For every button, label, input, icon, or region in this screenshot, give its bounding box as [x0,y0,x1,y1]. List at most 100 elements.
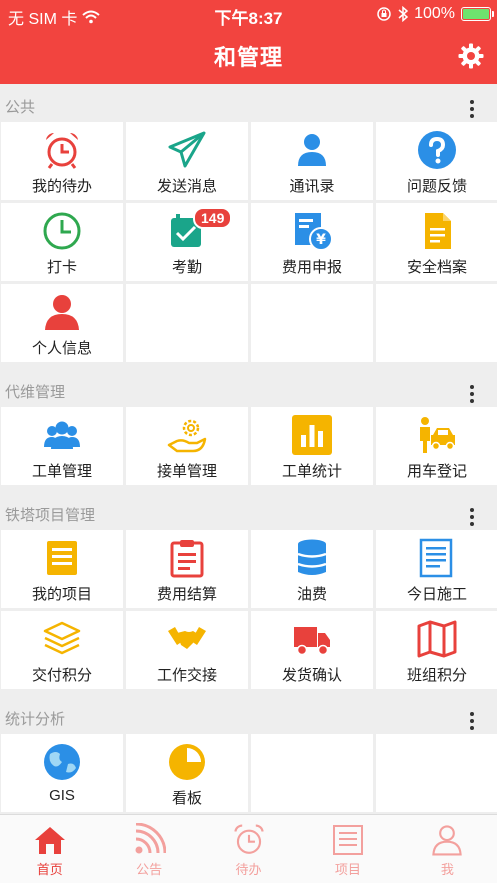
grid-item-label: 班组积分 [406,667,467,684]
expense-report-icon: ¥ [292,211,332,251]
grid-item-notes[interactable]: 今日施工 [376,530,497,608]
grid-item-handshake[interactable]: 工作交接 [126,611,248,689]
grid-item-globe[interactable]: GIS [1,734,123,812]
list-icon [331,823,365,857]
section-0: 公共 我的待办 发送消息 通讯录 问题反馈 打卡 149 考勤 ¥ 费用申报 安全档… [0,84,497,369]
rss-icon [132,822,167,857]
grid-item-oil-barrel[interactable]: 油费 [251,530,373,608]
pie-chart-icon [167,742,207,782]
clipboard-icon [167,538,207,578]
paper-plane-icon [167,130,207,170]
grid-item-label: 看板 [171,790,202,807]
page-title: 和管理 [213,45,283,70]
app-header: 无 SIM 卡 下午8:37 100% 和管理 [0,0,497,84]
grid-item-attendance-calendar[interactable]: 149 考勤 [126,203,248,281]
grid-item-label: 考勤 [171,259,202,276]
tab-label: 项目 [334,862,361,877]
grid-item-alarm-clock[interactable]: 我的待办 [1,122,123,200]
grid-item-paper-plane[interactable]: 发送消息 [126,122,248,200]
section-2: 铁塔项目管理 我的项目 费用结算 油费 今日施工 交付积分 工作交接 发货确认 … [0,492,497,696]
section-grid: 工单管理 接单管理 工单统计 用车登记 [0,407,497,485]
settings-gear-icon[interactable] [457,42,485,70]
status-bar: 无 SIM 卡 下午8:37 100% [0,0,497,28]
map-icon [417,619,457,659]
hand-gear-icon [167,415,207,455]
grid-item-group[interactable]: 工单管理 [1,407,123,485]
grid-item-car-person[interactable]: 用车登记 [376,407,497,485]
person-icon [42,292,82,332]
grid-item-clipboard[interactable]: 费用结算 [126,530,248,608]
tab-list[interactable]: 项目 [298,815,397,883]
tab-person[interactable]: 我 [398,815,497,883]
grid-item-document[interactable]: 安全档案 [376,203,497,281]
bluetooth-icon [398,6,409,22]
group-icon [42,415,82,455]
grid-item-label: 费用申报 [281,259,342,276]
grid-item-label: 工单统计 [281,463,342,480]
tab-bar: 首页 公告 待办 项目 我 [0,814,497,883]
grid-item-label: 工单管理 [31,463,92,480]
home-icon [33,823,67,857]
grid-item-label: 接单管理 [156,463,217,480]
bar-chart-icon [292,415,332,455]
section-grid: GIS 看板 [0,734,497,812]
more-options-icon[interactable] [469,385,475,403]
grid-item-label: 通讯录 [289,178,335,195]
tab-rss[interactable]: 公告 [99,815,198,883]
section-header: 铁塔项目管理 [0,492,497,530]
grid-item-label: 个人信息 [31,340,92,357]
tab-home[interactable]: 首页 [0,815,99,883]
rotation-lock-icon [377,7,391,21]
grid-item-map[interactable]: 班组积分 [376,611,497,689]
notes-icon [417,538,457,578]
section-grid: 我的待办 发送消息 通讯录 问题反馈 打卡 149 考勤 ¥ 费用申报 安全档案 个… [0,122,497,362]
grid-item-label: GIS [49,787,75,804]
grid-item-question[interactable]: 问题反馈 [376,122,497,200]
person-icon [430,823,464,857]
grid-item-hand-gear[interactable]: 接单管理 [126,407,248,485]
section-title: 统计分析 [5,711,66,728]
project-list-icon [42,538,82,578]
more-options-icon[interactable] [469,100,475,118]
empty-cell [376,734,497,812]
empty-cell [376,284,497,362]
section-title: 铁塔项目管理 [5,507,96,524]
more-options-icon[interactable] [469,508,475,526]
section-grid: 我的项目 费用结算 油费 今日施工 交付积分 工作交接 发货确认 班组积分 [0,530,497,689]
layers-icon [42,619,82,659]
count-badge: 149 [193,207,233,229]
grid-item-label: 工作交接 [156,667,217,684]
section-header: 代维管理 [0,369,497,407]
grid-item-label: 我的项目 [31,586,92,603]
grid-item-label: 打卡 [46,259,77,276]
grid-item-label: 用车登记 [406,463,467,480]
grid-item-bar-chart[interactable]: 工单统计 [251,407,373,485]
grid-item-clock[interactable]: 打卡 [1,203,123,281]
section-header: 公共 [0,84,497,122]
grid-item-project-list[interactable]: 我的项目 [1,530,123,608]
tab-label: 公告 [136,862,163,877]
main-content[interactable]: 公共 我的待办 发送消息 通讯录 问题反馈 打卡 149 考勤 ¥ 费用申报 安全档… [0,84,497,814]
attendance-calendar-icon: 149 [167,207,233,251]
grid-item-label: 油费 [296,586,327,603]
grid-item-label: 费用结算 [156,586,217,603]
grid-item-truck[interactable]: 发货确认 [251,611,373,689]
battery-icon [461,7,494,21]
section-header: 统计分析 [0,696,497,734]
more-options-icon[interactable] [469,712,475,730]
grid-item-label: 交付积分 [31,667,92,684]
grid-item-label: 问题反馈 [406,178,467,195]
svg-text:¥: ¥ [316,232,326,248]
grid-item-expense-report[interactable]: ¥ 费用申报 [251,203,373,281]
handshake-icon [167,619,207,659]
grid-item-person[interactable]: 个人信息 [1,284,123,362]
tab-label: 首页 [36,862,63,877]
grid-item-contact-person[interactable]: 通讯录 [251,122,373,200]
clock-icon [42,211,82,251]
globe-icon [42,742,82,782]
grid-item-pie-chart[interactable]: 看板 [126,734,248,812]
tab-alarm-clock[interactable]: 待办 [199,815,298,883]
alarm-clock-icon [42,130,82,170]
document-icon [417,211,457,251]
grid-item-layers[interactable]: 交付积分 [1,611,123,689]
